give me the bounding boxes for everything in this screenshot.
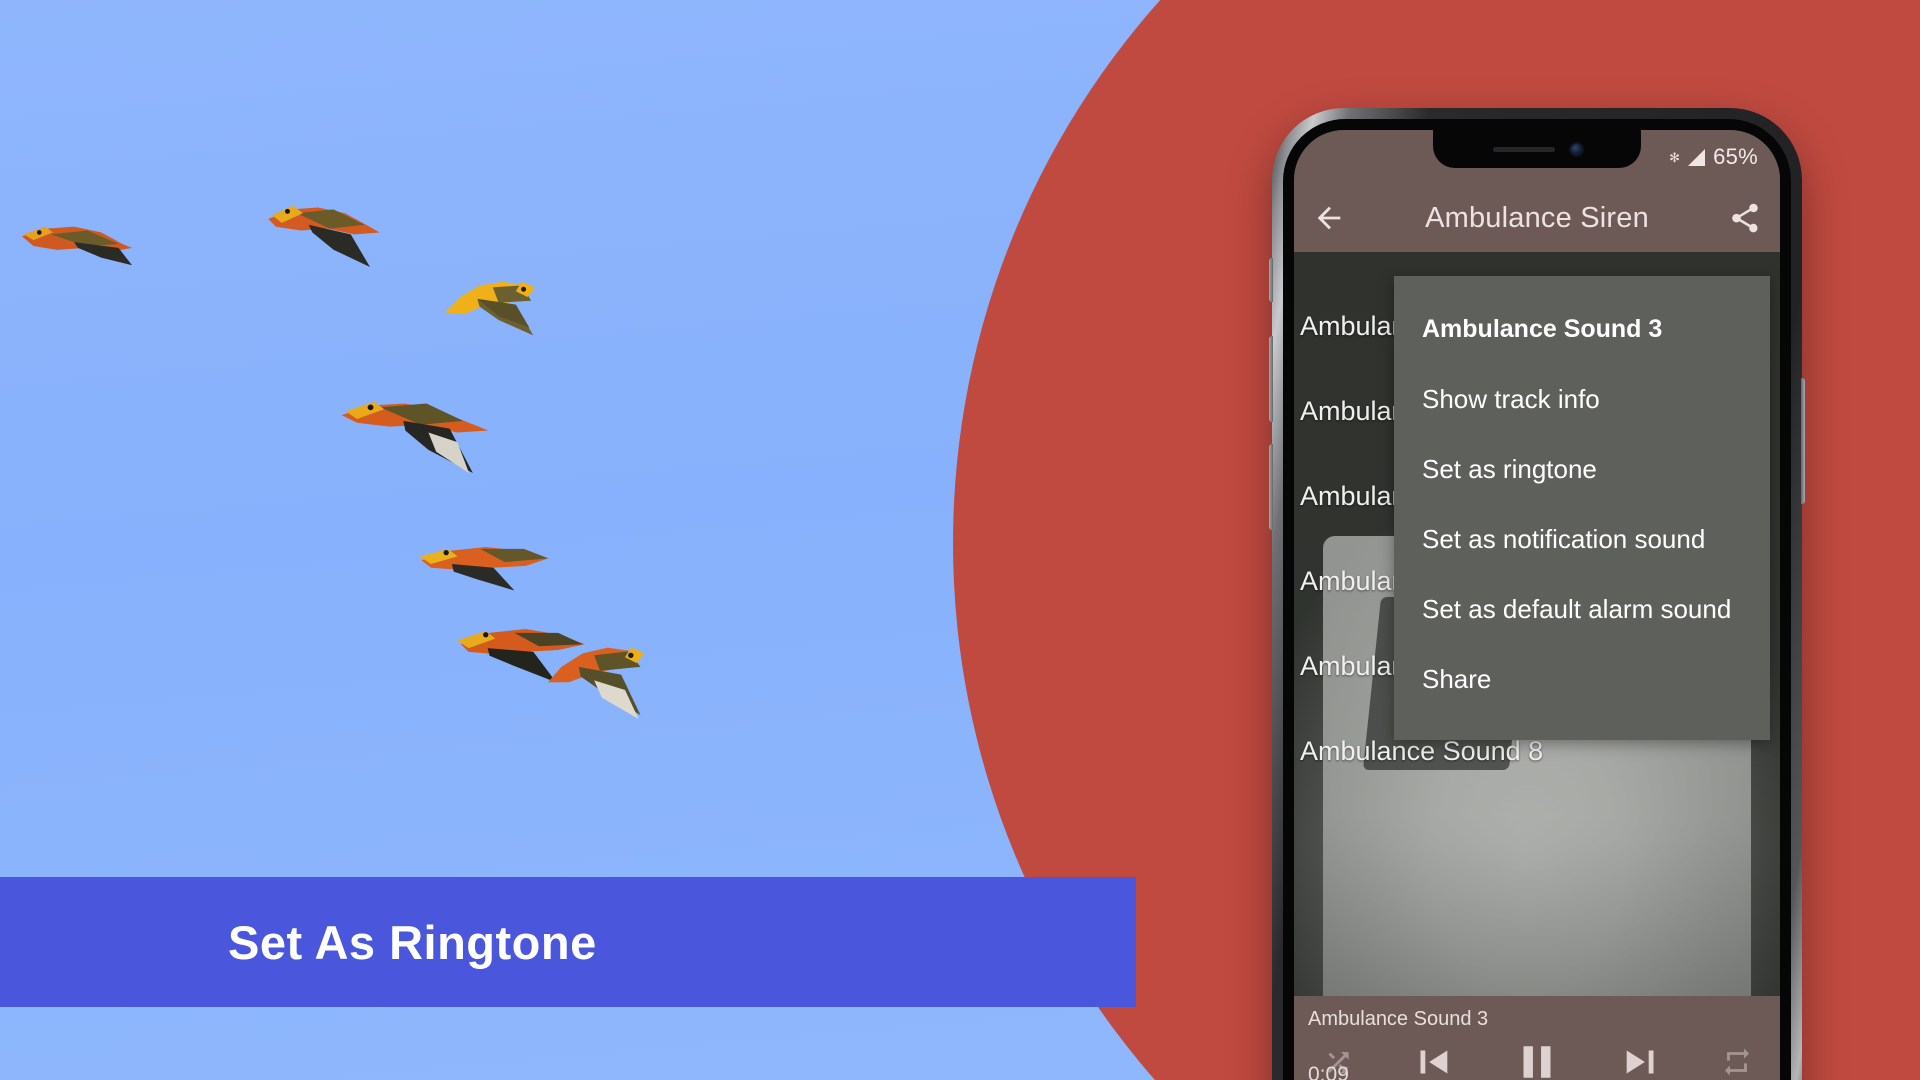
menu-item-set-as-default-alarm-sound[interactable]: Set as default alarm sound	[1394, 574, 1770, 644]
menu-item-set-as-notification-sound[interactable]: Set as notification sound	[1394, 504, 1770, 574]
player-bar: Ambulance Sound 3 0:09	[1294, 996, 1780, 1080]
app-bar: Ambulance Siren	[1294, 184, 1780, 252]
promo-screenshot: Set As Ringtone ✻ 65% Ambulance Siren Am…	[0, 0, 1920, 1080]
track-name: Ambulance Sound 8	[1300, 736, 1544, 766]
battery-label: 65%	[1713, 144, 1758, 169]
skip-next-icon[interactable]	[1619, 1039, 1665, 1080]
app-bar-title: Ambulance Siren	[1425, 201, 1649, 234]
signal-icon	[1688, 148, 1706, 166]
skip-previous-icon[interactable]	[1409, 1039, 1455, 1080]
promo-banner: Set As Ringtone	[0, 877, 1136, 1007]
front-camera-icon	[1570, 143, 1582, 155]
menu-item-share[interactable]: Share	[1394, 644, 1770, 714]
track-context-menu: Ambulance Sound 3 Show track info Set as…	[1394, 276, 1770, 740]
earpiece-speaker-icon	[1492, 146, 1555, 152]
phone-screen: ✻ 65% Ambulance Siren Ambulance Ambulanc…	[1294, 130, 1780, 1080]
phone-mockup: ✻ 65% Ambulance Siren Ambulance Ambulanc…	[1269, 108, 1805, 1080]
bluetooth-icon: ✻	[1669, 149, 1681, 165]
power-button[interactable]	[1801, 378, 1805, 504]
context-menu-header: Ambulance Sound 3	[1422, 314, 1663, 343]
repeat-icon[interactable]	[1720, 1045, 1754, 1079]
promo-banner-label: Set As Ringtone	[228, 915, 597, 969]
now-playing-label: Ambulance Sound 3	[1308, 1008, 1489, 1030]
menu-item-set-as-ringtone[interactable]: Set as ringtone	[1394, 434, 1770, 504]
back-arrow-icon[interactable]	[1312, 201, 1346, 235]
mute-switch[interactable]	[1269, 258, 1273, 302]
volume-down-button[interactable]	[1269, 444, 1273, 530]
pause-icon[interactable]	[1510, 1035, 1564, 1080]
volume-up-button[interactable]	[1269, 336, 1273, 422]
phone-notch	[1433, 130, 1641, 168]
menu-item-show-track-info[interactable]: Show track info	[1394, 364, 1770, 434]
share-icon[interactable]	[1728, 201, 1762, 235]
